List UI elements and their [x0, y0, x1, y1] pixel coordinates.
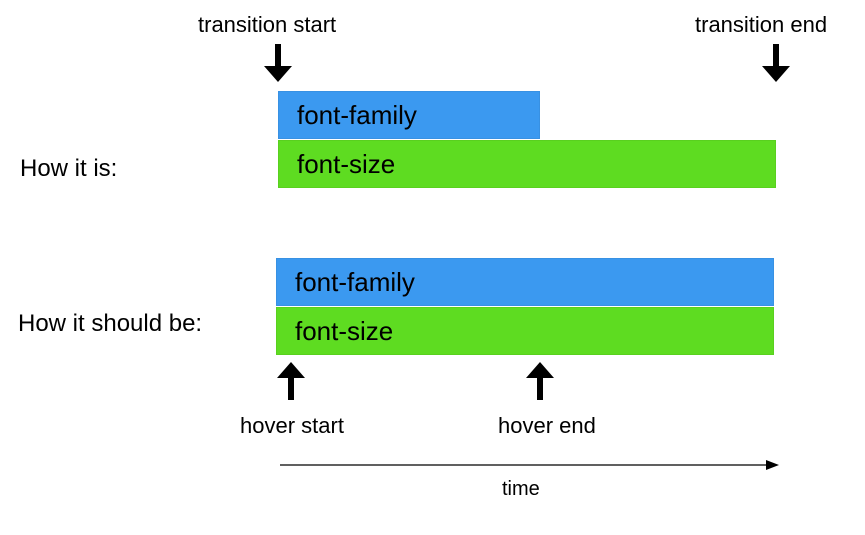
bar-label: font-family — [295, 267, 415, 298]
bar-label: font-family — [297, 100, 417, 131]
bar-label: font-size — [295, 316, 393, 347]
label-time: time — [502, 478, 540, 501]
arrow-down-icon — [264, 44, 292, 90]
label-how-it-should-be: How it should be: — [18, 310, 202, 338]
bar-row1-font-size: font-size — [278, 140, 776, 188]
bar-row2-font-size: font-size — [276, 307, 774, 355]
time-axis-arrow-icon — [280, 458, 779, 477]
label-transition-end: transition end — [695, 12, 827, 38]
arrow-up-icon — [277, 362, 305, 405]
bar-row1-font-family: font-family — [278, 91, 540, 139]
label-hover-start: hover start — [240, 413, 344, 439]
label-how-it-is: How it is: — [20, 155, 117, 183]
arrow-up-icon — [526, 362, 554, 405]
bar-row2-font-family: font-family — [276, 258, 774, 306]
label-hover-end: hover end — [498, 413, 596, 439]
label-transition-start: transition start — [198, 12, 336, 38]
bar-label: font-size — [297, 149, 395, 180]
arrow-down-icon — [762, 44, 790, 90]
